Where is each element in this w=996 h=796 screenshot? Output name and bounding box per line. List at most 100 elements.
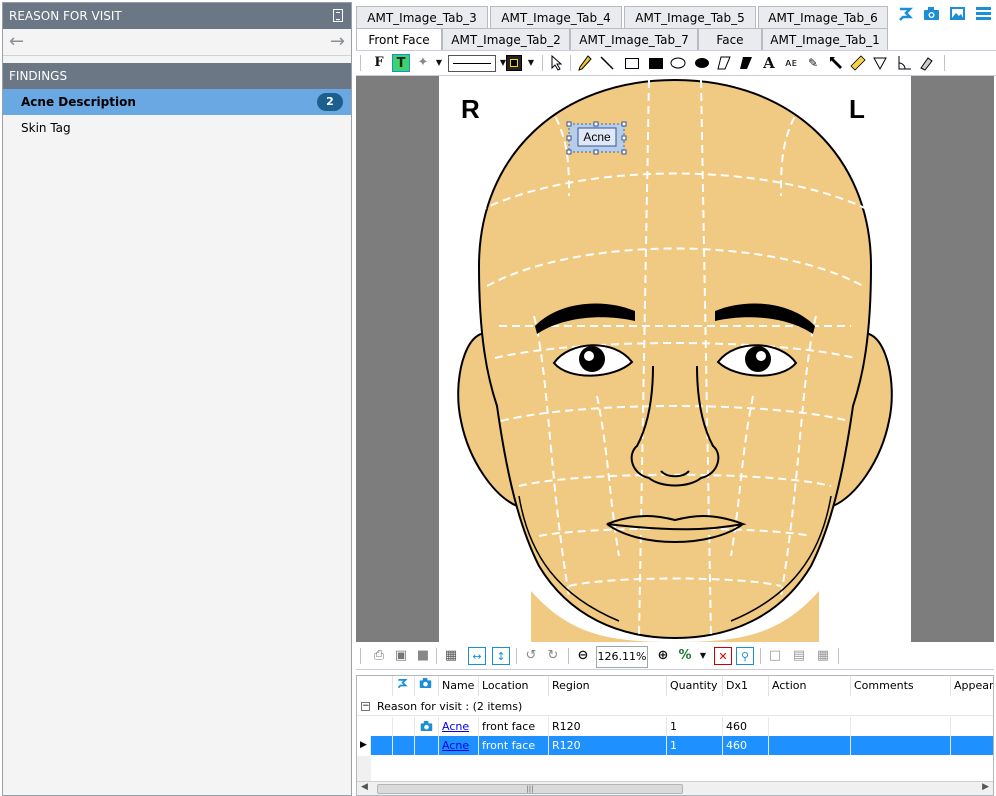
reason-for-visit-header: REASON FOR VISIT <box>3 3 351 29</box>
color-picker[interactable] <box>506 55 522 71</box>
acne-annotation[interactable]: Acne <box>566 121 627 155</box>
finding-item-acne-description[interactable]: Acne Description 2 <box>3 89 351 115</box>
protractor-icon[interactable] <box>872 55 888 71</box>
drawing-canvas[interactable]: R L Acne <box>356 76 994 642</box>
pin-icon <box>393 676 415 696</box>
group-row-reason-for-visit[interactable]: − Reason for visit : (2 items) <box>357 698 993 716</box>
zoom-window-icon[interactable]: ⚲ <box>736 647 754 665</box>
findings-grid: Name Location Region Quantity Dx1 Action… <box>356 675 994 796</box>
angle-tool-icon[interactable] <box>896 55 912 71</box>
grid-view-icon[interactable]: ▦ <box>814 647 832 665</box>
grid-header-spacer <box>357 676 393 696</box>
line-tool-icon[interactable] <box>600 55 614 71</box>
grid-header-dx1[interactable]: Dx1 <box>723 676 769 696</box>
forward-arrow-icon[interactable]: → <box>330 31 345 53</box>
finding-name-link[interactable]: Acne <box>442 720 469 733</box>
text-color-icon[interactable]: T <box>392 54 410 72</box>
rotate-right-icon[interactable]: ↻ <box>544 647 562 665</box>
tab-front-face[interactable]: Front Face <box>356 28 442 50</box>
tab-amt-image-4[interactable]: AMT_Image_Tab_4 <box>490 6 622 28</box>
scroll-left-icon[interactable]: ◀ <box>361 782 368 792</box>
pin-icon[interactable] <box>898 6 915 21</box>
findings-header: FINDINGS <box>3 63 351 89</box>
arrow-tool-icon[interactable] <box>828 55 844 71</box>
print-icon[interactable]: ⎙ <box>370 647 388 665</box>
tab-amt-image-2[interactable]: AMT_Image_Tab_2 <box>442 28 570 50</box>
scroll-right-icon[interactable]: ▶ <box>982 782 989 792</box>
findings-title: FINDINGS <box>9 69 68 83</box>
quantity-cell: 1 <box>667 736 723 755</box>
two-page-icon[interactable]: ▤ <box>790 647 808 665</box>
zoom-dropdown-icon[interactable]: ▼ <box>694 647 712 665</box>
highlight-text-icon[interactable]: ✎ <box>804 54 822 72</box>
right-side-label: R <box>461 94 480 124</box>
document-icon[interactable] <box>333 9 343 22</box>
text-tool-icon[interactable]: A <box>760 54 778 72</box>
filled-polygon-tool-icon[interactable] <box>738 55 754 71</box>
fit-page-icon[interactable]: ▦ <box>442 647 460 665</box>
fill-style-dropdown-icon[interactable]: ▼ <box>430 54 448 72</box>
rotate-left-icon[interactable]: ↺ <box>522 647 540 665</box>
zoom-extents-icon[interactable]: ✕ <box>714 647 732 665</box>
table-row[interactable]: Acne front face R120 1 460 <box>357 717 993 736</box>
zoom-level-field[interactable]: 126.11% <box>596 646 648 668</box>
grid-header-action[interactable]: Action <box>769 676 851 696</box>
line-style-select[interactable] <box>448 55 496 72</box>
grid-header-appearance[interactable]: Appeara <box>951 676 993 696</box>
grid-header-quantity[interactable]: Quantity <box>667 676 723 696</box>
region-cell: R120 <box>549 717 667 736</box>
finding-name-link[interactable]: Acne <box>442 739 469 752</box>
collapse-icon[interactable]: − <box>361 702 370 711</box>
fit-width-icon[interactable]: ↔ <box>468 647 486 665</box>
pencil-icon[interactable] <box>578 55 592 71</box>
fit-height-icon[interactable]: ↕ <box>492 647 510 665</box>
table-row-selected[interactable]: ▶ Acne front face R120 1 460 <box>357 736 993 755</box>
count-badge: 2 <box>317 93 343 111</box>
image-icon[interactable] <box>949 6 966 21</box>
tab-amt-image-1[interactable]: AMT_Image_Tab_1 <box>762 28 888 50</box>
text-style-icon[interactable]: ᴀᴇ <box>782 54 800 72</box>
location-cell: front face <box>479 717 549 736</box>
polygon-tool-icon[interactable] <box>716 55 732 71</box>
left-side-label: L <box>849 94 865 124</box>
row-indicator-icon: ▶ <box>357 736 371 755</box>
ruler-icon[interactable] <box>850 55 866 71</box>
back-arrow-icon[interactable]: ← <box>9 31 24 53</box>
grid-header-region[interactable]: Region <box>549 676 667 696</box>
zoom-out-icon[interactable]: ⊖ <box>574 647 592 665</box>
eraser-icon[interactable] <box>918 55 934 71</box>
reason-for-visit-title: REASON FOR VISIT <box>9 9 122 23</box>
color-dropdown-icon[interactable]: ▼ <box>522 54 540 72</box>
zoom-in-icon[interactable]: ⊕ <box>654 647 672 665</box>
zoom-percent-button[interactable]: % <box>676 647 694 665</box>
filled-ellipse-tool-icon[interactable] <box>694 55 710 71</box>
ellipse-tool-icon[interactable] <box>670 55 686 71</box>
font-bold-icon[interactable]: F <box>370 54 388 72</box>
left-panel: REASON FOR VISIT ← → FINDINGS Acne Descr… <box>2 2 352 796</box>
right-panel: AMT_Image_Tab_3 AMT_Image_Tab_4 AMT_Imag… <box>356 0 996 796</box>
tab-amt-image-6[interactable]: AMT_Image_Tab_6 <box>758 6 888 28</box>
quantity-cell: 1 <box>667 717 723 736</box>
print-all-icon[interactable]: ▣ <box>392 647 410 665</box>
tab-face[interactable]: Face <box>698 28 762 50</box>
camera-icon <box>415 717 439 736</box>
finding-label: Skin Tag <box>21 121 71 135</box>
camera-icon[interactable] <box>923 6 940 21</box>
finding-item-skin-tag[interactable]: Skin Tag <box>3 115 351 141</box>
face-diagram[interactable]: R L Acne <box>439 76 911 642</box>
tab-amt-image-3[interactable]: AMT_Image_Tab_3 <box>356 6 488 28</box>
filled-rectangle-tool-icon[interactable] <box>648 55 664 71</box>
list-icon[interactable] <box>975 6 992 21</box>
annotation-label: Acne <box>583 130 611 144</box>
grid-header-comments[interactable]: Comments <box>851 676 951 696</box>
grid-header-location[interactable]: Location <box>479 676 549 696</box>
horizontal-scrollbar[interactable]: ◀ ||| ▶ <box>357 781 993 795</box>
select-pointer-icon[interactable] <box>550 55 564 71</box>
rectangle-tool-icon[interactable] <box>624 55 640 71</box>
single-page-icon[interactable]: □ <box>766 647 784 665</box>
save-icon[interactable]: ■ <box>414 647 432 665</box>
tab-amt-image-7[interactable]: AMT_Image_Tab_7 <box>570 28 698 50</box>
scrollbar-thumb[interactable]: ||| <box>377 784 683 794</box>
tab-amt-image-5[interactable]: AMT_Image_Tab_5 <box>624 6 756 28</box>
grid-header-name[interactable]: Name <box>439 676 479 696</box>
